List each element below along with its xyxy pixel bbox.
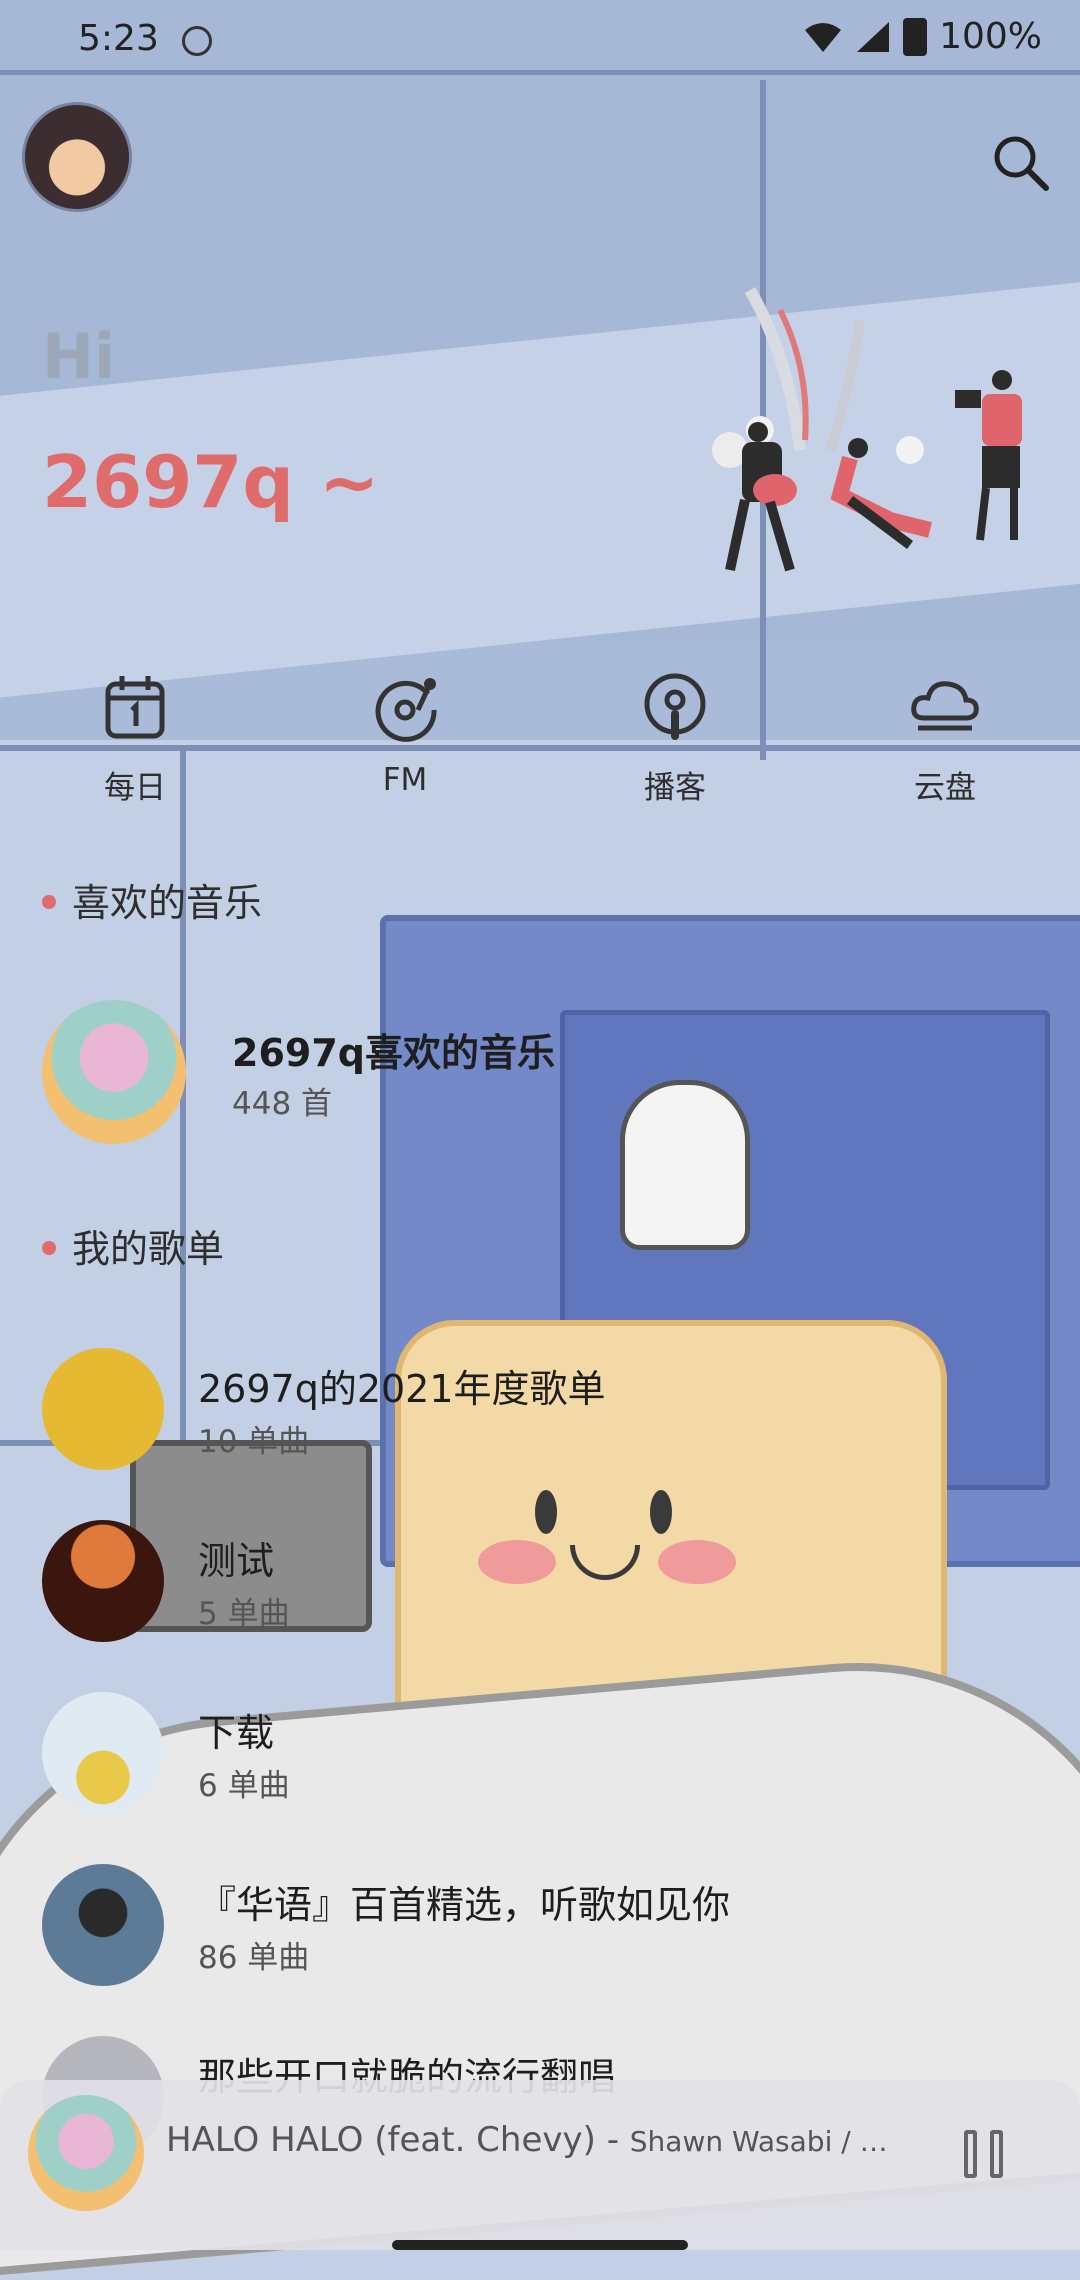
now-playing-cover [28,2095,144,2211]
pause-icon[interactable] [964,2130,1008,2178]
liked-playlist-item[interactable]: 2697q喜欢的音乐 448 首 [42,1000,1042,1144]
playlist-count: 5 单曲 [198,1596,290,1632]
playlist-count: 10 单曲 [198,1424,310,1460]
wifi-icon [805,22,842,52]
now-playing-song: HALO HALO (feat. Chevy) - [166,2120,630,2160]
now-playing-artist: Shawn Wasabi / … [629,2125,888,2158]
vpn-shield-icon [182,26,212,56]
playlist-item[interactable]: 2697q的2021年度歌单 10 单曲 [42,1348,1042,1474]
now-playing-title: HALO HALO (feat. Chevy) - Shawn Wasabi /… [166,2120,906,2160]
nav-daily-label: 每日 [104,770,166,806]
liked-playlist-name: 2697q喜欢的音乐 [232,1031,555,1075]
nav-podcast-label: 播客 [644,770,706,806]
calendar-icon [105,676,165,739]
playlist-name: 『华语』百首精选，听歌如见你 [198,1883,731,1927]
nav-podcast[interactable]: 播客 [575,670,775,820]
nav-fm-label: FM [382,762,428,798]
music-people-illustration [712,287,1022,572]
playlist-cover [42,1520,164,1642]
nav-fm[interactable]: FM [305,670,505,820]
section-liked-label: 喜欢的音乐 [72,881,263,925]
search-icon[interactable] [988,130,1052,194]
playlist-cover [42,1864,164,1986]
nav-daily[interactable]: 每日 [35,670,235,820]
playlist-item[interactable]: 『华语』百首精选，听歌如见你 86 单曲 [42,1864,1042,1990]
playlist-count: 6 单曲 [198,1768,290,1804]
playlist-item[interactable]: 测试 5 单曲 [42,1520,1042,1646]
playlist-name: 下载 [198,1711,275,1755]
status-bar: 5:23 100% [0,0,1080,84]
section-my-playlists-title: 我的歌单 [42,1218,224,1273]
playlist-cover [42,1692,164,1814]
greeting-hi: Hi [42,320,116,393]
section-liked-title: 喜欢的音乐 [42,872,262,927]
nav-cloud-label: 云盘 [914,770,976,806]
user-avatar[interactable] [22,102,132,212]
battery-icon [903,17,928,56]
quick-nav: 每日 FM 播客 云盘 [0,670,1080,820]
home-indicator[interactable] [392,2240,688,2250]
accent-dot [42,1240,56,1255]
liked-playlist-count: 448 首 [232,1086,333,1122]
signal-icon [857,21,890,52]
podcast-icon [644,673,706,740]
battery-percent: 100% [939,16,1042,57]
cloud-icon [911,681,979,731]
playlist-item[interactable]: 下载 6 单曲 [42,1692,1042,1818]
playlist-cover [42,1348,164,1470]
status-time: 5:23 [78,18,159,59]
greeting-username: 2697q ~ [42,440,380,524]
nav-cloud[interactable]: 云盘 [845,670,1045,820]
playlist-name: 测试 [198,1539,275,1583]
liked-playlist-cover [42,1000,186,1144]
section-my-playlists-label: 我的歌单 [72,1227,225,1271]
mini-player[interactable]: HALO HALO (feat. Chevy) - Shawn Wasabi /… [0,2080,1080,2250]
accent-dot [42,894,56,909]
playlist-count: 86 单曲 [198,1940,310,1976]
playlist-name: 2697q的2021年度歌单 [198,1367,606,1411]
radio-disc-icon [375,678,437,742]
